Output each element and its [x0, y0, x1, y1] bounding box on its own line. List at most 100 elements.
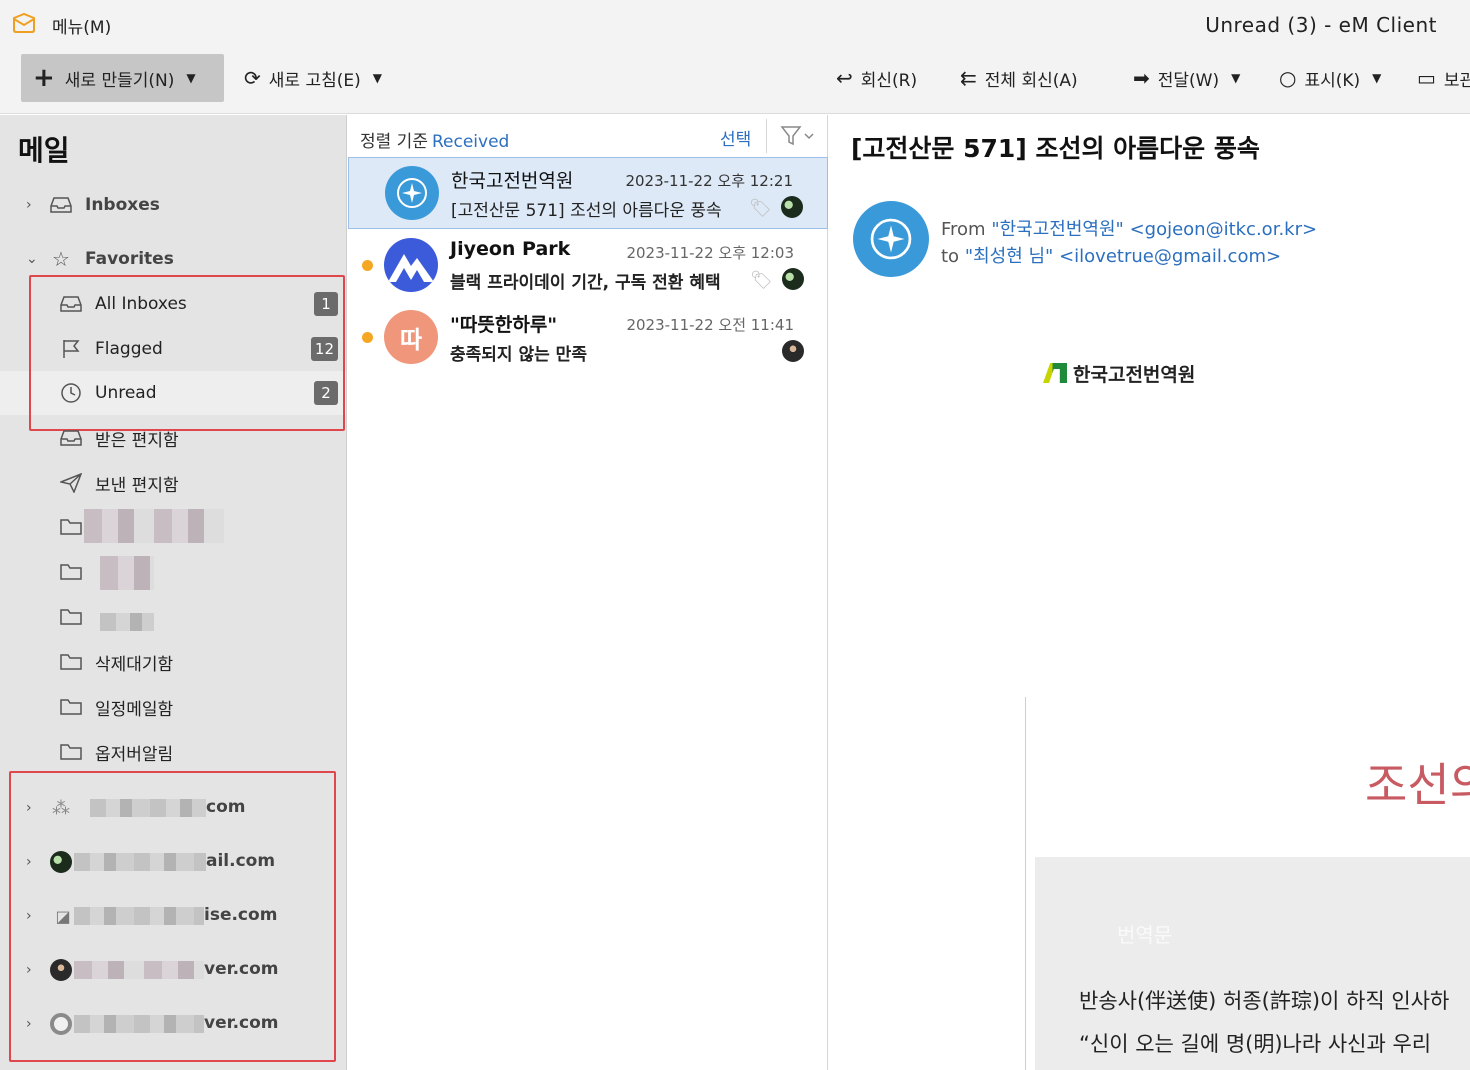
reply-button-label: 회신(R) [860, 70, 918, 91]
sidebar-item-inbox[interactable]: 받은 편지함 [0, 416, 346, 460]
window-title: Unread (3) - eM Client [1205, 13, 1437, 37]
message-row[interactable]: 따 "따뜻한하루" 2023-11-22 오전 11:41 충족되지 않는 만족 [348, 302, 828, 374]
sidebar-item-label: 일정메일함 [95, 699, 174, 720]
folder-icon [60, 516, 82, 538]
filter-button[interactable] [766, 119, 826, 153]
to-name-link[interactable]: "최성현 님" [965, 246, 1054, 267]
inbox-tray-icon [50, 194, 72, 216]
new-button[interactable]: + 새로 만들기(N) ▼ [21, 54, 224, 102]
folder-icon [60, 741, 82, 763]
from-name-link[interactable]: "한국고전번역원" [991, 219, 1123, 240]
tag-icon[interactable]: 🏷 [750, 270, 773, 291]
chevron-down-icon[interactable]: ▼ [373, 71, 382, 85]
sort-value: Received [431, 132, 510, 152]
mountain-logo-icon [388, 254, 434, 282]
sidebar-group-label: Inboxes [85, 195, 160, 215]
unread-dot-icon[interactable] [362, 260, 373, 271]
chevron-down-icon[interactable]: ▼ [1231, 71, 1240, 85]
message-list: 정렬 기준 Received 선택 한국고전번역원 2023-11-22 오후 1… [348, 115, 828, 1070]
message-sender: 한국고전번역원 [451, 170, 574, 192]
message-subject: 블랙 프라이데이 기간, 구독 전환 혜택 [450, 273, 721, 293]
archive-button[interactable]: ▭ 보관 [1417, 54, 1470, 102]
refresh-button[interactable]: ⟳ 새로 고침(E) ▼ [244, 54, 382, 102]
toolbar: + 새로 만들기(N) ▼ ⟳ 새로 고침(E) ▼ ↩ 회신(R) ⇇ 전체 … [0, 46, 1470, 114]
reading-pane: [고전산문 571] 조선의 아름다운 풍속 From "한국고전번역원" <g… [829, 115, 1470, 1070]
sort-prefix: 정렬 기준 [360, 132, 428, 152]
sort-by-button[interactable]: 정렬 기준 Received [360, 127, 509, 152]
compass-logo-icon [870, 218, 912, 260]
message-subject: 충족되지 않는 만족 [450, 345, 587, 365]
account-avatar-icon [781, 196, 803, 218]
forward-icon: ➡ [1133, 66, 1150, 90]
section-label: 번역문 [1117, 923, 1173, 947]
highlight-box-accounts [9, 771, 336, 1062]
sidebar-group-label: Favorites [85, 249, 174, 269]
new-button-label: 새로 만들기(N) [64, 70, 175, 91]
archive-button-label: 보관 [1443, 70, 1470, 91]
refresh-icon: ⟳ [244, 66, 261, 90]
sidebar-item-folder-redacted[interactable] [0, 550, 346, 594]
plus-icon: + [33, 63, 55, 93]
forward-button[interactable]: ➡ 전달(W) ▼ [1133, 54, 1240, 102]
sort-bar: 정렬 기준 Received 선택 [348, 115, 828, 157]
to-line: to "최성현 님" <ilovetrue@gmail.com> [941, 242, 1281, 268]
tag-icon[interactable]: 🏷 [749, 198, 772, 219]
chevron-right-icon[interactable]: › [26, 197, 32, 213]
sidebar-item-folder[interactable]: 삭제대기함 [0, 640, 346, 684]
account-avatar-icon [782, 268, 804, 290]
compass-logo-icon [397, 178, 427, 208]
message-date: 2023-11-22 오전 11:41 [626, 316, 794, 334]
article-title: 조선의 [1365, 758, 1470, 812]
folder-icon [60, 696, 82, 718]
archive-icon: ▭ [1417, 66, 1436, 90]
sidebar-item-label: 삭제대기함 [95, 654, 174, 675]
to-email-link[interactable]: <ilovetrue@gmail.com> [1059, 246, 1281, 267]
from-line: From "한국고전번역원" <gojeon@itkc.or.kr> [941, 215, 1317, 241]
redacted-folder-name [100, 556, 154, 590]
folder-icon [60, 651, 82, 673]
filter-icon [779, 126, 814, 146]
chevron-down-icon[interactable]: ⌄ [26, 251, 38, 267]
sidebar-item-folder[interactable]: 일정메일함 [0, 685, 346, 729]
article-body-line: “신이 오는 길에 명(明)나라 사신과 우리 [1079, 1032, 1432, 1056]
org-logo-text: 한국고전번역원 [1073, 363, 1196, 386]
to-prefix: to [941, 246, 960, 267]
message-sender: Jiyeon Park [450, 238, 571, 260]
select-button[interactable]: 선택 [720, 125, 751, 150]
reply-all-button-label: 전체 회신(A) [984, 70, 1078, 91]
mark-button-label: 표시(K) [1304, 70, 1361, 91]
menu-button[interactable]: 메뉴(M) [52, 13, 111, 38]
from-prefix: From [941, 219, 986, 240]
sidebar-item-sent[interactable]: 보낸 편지함 [0, 461, 346, 505]
from-email-link[interactable]: <gojeon@itkc.or.kr> [1130, 219, 1318, 240]
mail-subject: [고전산문 571] 조선의 아름다운 풍속 [851, 134, 1260, 163]
sender-avatar [853, 201, 929, 277]
sidebar-item-label: 받은 편지함 [95, 430, 179, 451]
sidebar-item-folder[interactable]: 옵저버알림 [0, 730, 346, 774]
reply-all-icon: ⇇ [960, 66, 977, 90]
reply-button[interactable]: ↩ 회신(R) [836, 54, 917, 102]
sender-avatar: 따 [384, 310, 438, 364]
sidebar-item-label: 옵저버알림 [95, 744, 174, 765]
sidebar-group-inboxes[interactable]: › Inboxes [0, 183, 346, 227]
message-row[interactable]: 한국고전번역원 2023-11-22 오후 12:21 [고전산문 571] 조… [348, 157, 828, 229]
message-row[interactable]: Jiyeon Park 2023-11-22 오후 12:03 블랙 프라이데이… [348, 230, 828, 302]
forward-button-label: 전달(W) [1157, 70, 1220, 91]
title-bar: 메뉴(M) Unread (3) - eM Client [0, 0, 1470, 46]
message-sender: "따뜻한하루" [450, 314, 558, 336]
redacted-folder-name [100, 613, 154, 631]
message-subject: [고전산문 571] 조선의 아름다운 풍속 [451, 201, 722, 221]
account-avatar-icon [782, 340, 804, 362]
sidebar-item-folder-redacted[interactable] [0, 595, 346, 639]
unread-dot-icon[interactable] [362, 332, 373, 343]
sidebar-item-folder-redacted[interactable] [0, 505, 346, 549]
reply-all-button[interactable]: ⇇ 전체 회신(A) [960, 54, 1078, 102]
chevron-down-icon[interactable]: ▼ [1372, 71, 1381, 85]
chevron-down-icon[interactable]: ▼ [186, 71, 195, 85]
em-client-logo-icon [13, 12, 35, 33]
refresh-button-label: 새로 고침(E) [268, 70, 361, 91]
inbox-tray-icon [60, 427, 82, 449]
sidebar-title: 메일 [18, 134, 70, 167]
mark-button[interactable]: ○ 표시(K) ▼ [1279, 54, 1381, 102]
sidebar: 메일 › Inboxes ⌄ ☆ Favorites All Inboxes 1… [0, 115, 347, 1070]
